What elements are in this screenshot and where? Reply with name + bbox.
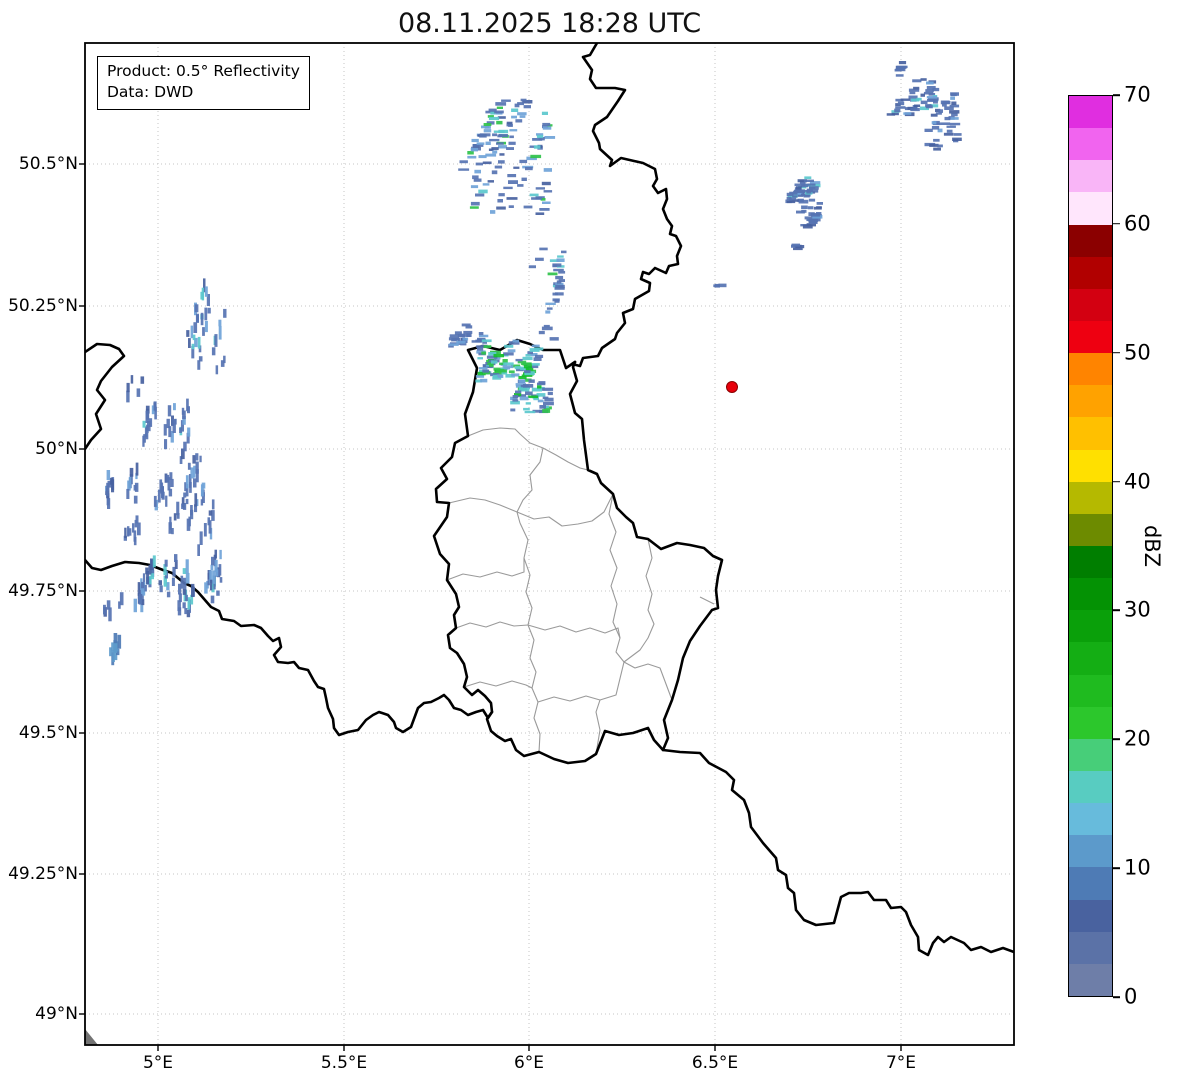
y-tick-label-1: 50.25°N	[8, 296, 78, 316]
colorbar-tick-mark	[1113, 996, 1120, 998]
colorbar-segment	[1069, 256, 1112, 289]
colorbar-tick-mark	[1113, 738, 1120, 741]
page-title: 08.11.2025 18:28 UTC	[397, 8, 702, 39]
colorbar-segment	[1069, 770, 1112, 804]
colorbar-tick-label-70: 70	[1124, 82, 1151, 107]
colorbar-tick-label-0: 0	[1124, 984, 1138, 1009]
colorbar	[1068, 95, 1113, 997]
colorbar-segment	[1069, 320, 1112, 354]
echo-patch-top-right-e	[924, 138, 943, 151]
colorbar-segment	[1069, 963, 1112, 996]
colorbar-segment	[1069, 353, 1112, 386]
echo-patch-north-large	[458, 98, 556, 215]
product-info-line2: Data: DWD	[107, 83, 194, 102]
map-canvas	[79, 42, 1015, 1051]
colorbar-segment	[1069, 192, 1112, 225]
colorbar-segment	[1069, 867, 1112, 900]
colorbar-tick-label-40: 40	[1124, 469, 1151, 494]
colorbar-tick-label-30: 30	[1124, 597, 1151, 622]
colorbar-segment	[1069, 417, 1112, 450]
colorbar-tick-label-60: 60	[1124, 211, 1151, 236]
echo-patch-sw-diag-streak	[109, 633, 122, 666]
graticule-gridlines	[85, 43, 1014, 1045]
echo-patch-lux-north-green	[475, 339, 544, 384]
echo-patch-west-mid-1	[142, 398, 191, 464]
echo-patch-right-upper-b	[796, 202, 823, 229]
echo-patch-lux-north-green2	[510, 379, 554, 414]
colorbar-segment	[1069, 803, 1112, 836]
x-tick-label-3: 6.5°E	[691, 1053, 739, 1073]
echo-patch-top-right-a	[894, 61, 908, 77]
colorbar-segment	[1069, 642, 1112, 675]
colorbar-segment	[1069, 160, 1112, 193]
colorbar-segment	[1069, 674, 1112, 707]
x-tick-label-1: 5.5°E	[320, 1053, 368, 1073]
y-tick-label-2: 50°N	[35, 439, 78, 459]
colorbar-segment	[1069, 481, 1112, 514]
colorbar-segment	[1069, 931, 1112, 964]
colorbar-segment	[1069, 545, 1112, 579]
echo-patch-right-upper-a	[785, 176, 821, 204]
echo-patch-right-upper-dash	[791, 243, 805, 251]
colorbar-segment	[1069, 128, 1112, 161]
colorbar-segment	[1069, 835, 1112, 868]
radar-site-marker	[726, 381, 738, 393]
colorbar-tick-label-50: 50	[1124, 340, 1151, 365]
colorbar-tick-mark	[1113, 609, 1120, 612]
colorbar-tick-mark	[1113, 223, 1120, 225]
y-tick-label-4: 49.5°N	[18, 723, 78, 743]
x-tick-label-0: 5°E	[142, 1053, 174, 1073]
echo-patch-border-cluster	[133, 549, 223, 618]
echo-patch-north-specks	[538, 324, 559, 341]
echo-patch-tiny-east	[713, 283, 727, 288]
scan-domain-corner-wedge	[85, 1029, 98, 1045]
colorbar-segment	[1069, 578, 1112, 611]
colorbar-segment	[1069, 224, 1112, 257]
colorbar-segment	[1069, 449, 1112, 482]
y-tick-label-5: 49.25°N	[8, 864, 78, 884]
echo-patch-west-diag	[168, 493, 215, 556]
colorbar-segment	[1069, 706, 1112, 739]
product-info-line1: Product: 0.5° Reflectivity	[107, 62, 300, 80]
product-info-box: Product: 0.5° Reflectivity Data: DWD	[97, 56, 310, 110]
colorbar-segment	[1069, 385, 1112, 418]
colorbar-segment	[1069, 513, 1112, 546]
colorbar-tick-label-10: 10	[1124, 855, 1151, 880]
colorbar-tick-mark	[1113, 480, 1120, 483]
echo-patch-sw-tiny	[103, 592, 124, 622]
colorbar-tick-mark	[1113, 867, 1120, 869]
y-tick-label-3: 49.75°N	[8, 581, 78, 601]
y-tick-label-6: 49°N	[35, 1004, 78, 1024]
colorbar-tick-mark	[1113, 351, 1120, 354]
axes-frame	[84, 42, 1015, 1046]
x-tick-label-4: 7°E	[885, 1053, 917, 1073]
echo-patch-west-dash	[123, 515, 141, 546]
colorbar-segment	[1069, 899, 1112, 932]
radar-echoes	[103, 61, 962, 666]
country-borders	[85, 43, 1014, 957]
echo-patch-west-thin	[126, 375, 145, 403]
echo-patch-top-right-d	[924, 116, 962, 143]
weather-radar-figure: 08.11.2025 18:28 UTC Product: 0.5° Refle…	[0, 0, 1202, 1081]
echo-patch-west-streak-1	[186, 278, 227, 375]
colorbar-segment	[1069, 738, 1112, 771]
colorbar-tick-label-20: 20	[1124, 726, 1151, 751]
echo-patch-top-right-c	[925, 92, 960, 120]
colorbar-segment	[1069, 610, 1112, 643]
colorbar-unit-label: dBZ	[1140, 524, 1164, 568]
colorbar-segment	[1069, 288, 1112, 321]
echo-patch-west-blob	[105, 462, 139, 509]
colorbar-tick-mark	[1113, 94, 1120, 96]
y-tick-label-0: 50.5°N	[18, 154, 78, 174]
colorbar-segment	[1069, 96, 1112, 129]
x-tick-label-2: 6°E	[513, 1053, 545, 1073]
